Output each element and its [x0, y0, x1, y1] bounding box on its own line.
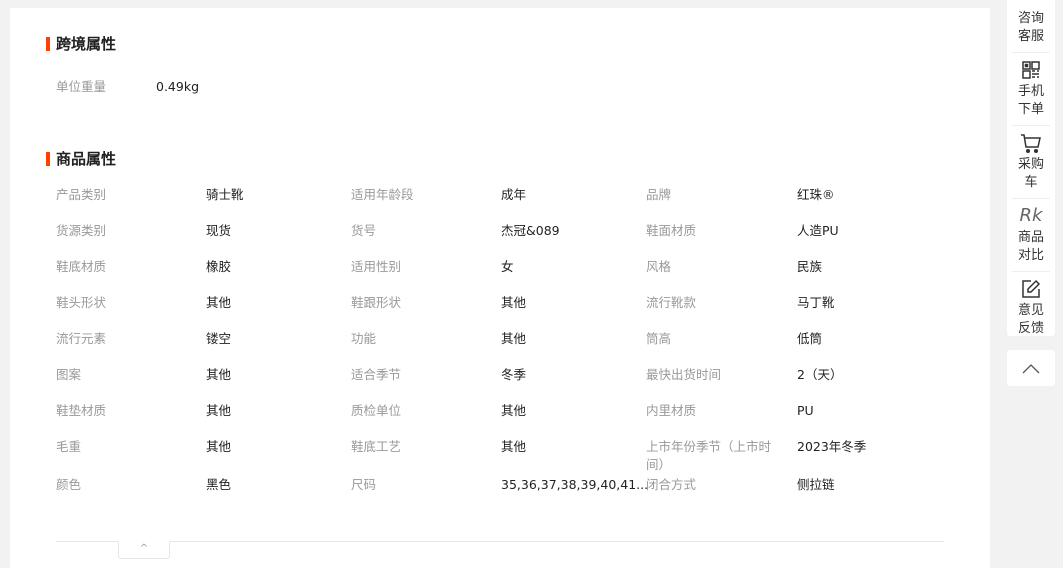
attribute-value: 其他 [501, 439, 527, 454]
attribute-label: 鞋底材质 [56, 259, 107, 274]
attribute-label: 鞋跟形状 [351, 295, 402, 310]
cross-border-title: 跨境属性 [46, 35, 116, 53]
attribute-value: 其他 [206, 367, 232, 382]
collapse-tab[interactable]: ^ [118, 541, 170, 559]
attribute-value: 民族 [797, 259, 823, 274]
attribute-label: 筒高 [646, 331, 672, 346]
attribute-label: 功能 [351, 331, 377, 346]
attribute-label: 适用性别 [351, 259, 402, 274]
attribute-value: 其他 [206, 439, 232, 454]
sidebar-label: 意见 [1017, 303, 1044, 318]
sidebar-feedback[interactable]: 意见 反馈 [1012, 272, 1050, 344]
attribute-value: 现货 [206, 223, 232, 238]
sidebar-label: 手机 [1017, 84, 1044, 99]
attribute-value: 马丁靴 [797, 295, 835, 310]
chevron-up-icon: ^ [139, 543, 149, 554]
sidebar-cart[interactable]: 采购车 [1012, 126, 1050, 199]
attribute-label: 品牌 [646, 187, 672, 202]
attribute-label: 鞋垫材质 [56, 403, 107, 418]
attribute-label: 流行元素 [56, 331, 107, 346]
sidebar-label: 反馈 [1017, 321, 1044, 336]
attribute-label: 风格 [646, 259, 672, 274]
attribute-grid: 产品类别 骑士靴 适用年龄段 成年 品牌 红珠® 货源类别 现货 货号 杰冠&089 鞋面材质 人造P… [56, 184, 956, 510]
attribute-value: 杰冠&089 [501, 223, 560, 238]
attribute-label: 鞋底工艺 [351, 439, 402, 454]
attribute-value: 人造PU [797, 223, 839, 238]
attribute-row: 流行元素 镂空 功能 其他 筒高 低筒 [56, 328, 956, 364]
attribute-value: PU [797, 403, 814, 418]
sidebar-label: 客服 [1017, 29, 1044, 44]
attribute-value: 其他 [206, 295, 232, 310]
attribute-value: 女 [501, 259, 514, 274]
attribute-value: 橡胶 [206, 259, 232, 274]
back-to-top-button[interactable] [1007, 350, 1055, 386]
attribute-value: 其他 [501, 295, 527, 310]
attribute-label: 适用年龄段 [351, 187, 414, 202]
attribute-label: 货号 [351, 223, 377, 238]
attribute-row: 鞋头形状 其他 鞋跟形状 其他 流行靴款 马丁靴 [56, 292, 956, 328]
attribute-label: 闭合方式 [646, 477, 697, 492]
attribute-label: 质检单位 [351, 403, 402, 418]
weight-value: 0.49kg [156, 79, 200, 94]
sidebar-label: 采购车 [1017, 157, 1044, 190]
attribute-value: 骑士靴 [206, 187, 244, 202]
attribute-label: 颜色 [56, 477, 82, 492]
attribute-row: 货源类别 现货 货号 杰冠&089 鞋面材质 人造PU [56, 220, 956, 256]
chevron-up-icon [1022, 359, 1040, 378]
cart-icon [1020, 132, 1042, 154]
attribute-row: 图案 其他 适合季节 冬季 最快出货时间 2（天） [56, 364, 956, 400]
attribute-value: 成年 [501, 187, 527, 202]
attribute-value: 其他 [206, 403, 232, 418]
attribute-value: 低筒 [797, 331, 823, 346]
attribute-value: 冬季 [501, 367, 527, 382]
attribute-row: 毛重 其他 鞋底工艺 其他 上市年份季节（上市时间） 2023年冬季 [56, 436, 956, 474]
weight-label: 单位重量 [56, 79, 107, 94]
attribute-label: 流行靴款 [646, 295, 697, 310]
sidebar-label: 咨询 [1017, 11, 1044, 26]
attribute-label: 图案 [56, 367, 82, 382]
attribute-value: 2023年冬季 [797, 439, 867, 454]
sidebar-label: 下单 [1017, 102, 1044, 117]
attribute-value: 红珠® [797, 187, 835, 202]
feedback-icon [1020, 278, 1042, 300]
attribute-value: 2（天） [797, 367, 843, 382]
attribute-label: 尺码 [351, 477, 377, 492]
compare-icon: Rk [1019, 205, 1043, 226]
sidebar-label: 商品 [1017, 230, 1044, 245]
attribute-row: 鞋底材质 橡胶 适用性别 女 风格 民族 [56, 256, 956, 292]
sidebar-customer-service[interactable]: 咨询 客服 [1012, 0, 1050, 53]
sidebar-label: 对比 [1017, 248, 1044, 263]
attribute-value: 其他 [501, 403, 527, 418]
right-sidebar: 咨询 客服 手机 下单 采购车 Rk 商品 对比 意见 反馈 [1007, 0, 1055, 336]
attribute-value: 其他 [501, 331, 527, 346]
sidebar-mobile-order[interactable]: 手机 下单 [1012, 53, 1050, 126]
headset-icon [1020, 0, 1042, 8]
attribute-value: 黑色 [206, 477, 232, 492]
attribute-row: 鞋垫材质 其他 质检单位 其他 内里材质 PU [56, 400, 956, 436]
attribute-row: 颜色 黑色 尺码 35,36,37,38,39,40,41... 闭合方式 侧拉链 [56, 474, 956, 510]
attribute-label: 毛重 [56, 439, 82, 454]
attribute-row: 产品类别 骑士靴 适用年龄段 成年 品牌 红珠® [56, 184, 956, 220]
attribute-value: 35,36,37,38,39,40,41... [501, 477, 649, 492]
attribute-label: 上市年份季节（上市时间） [646, 439, 772, 472]
divider [56, 541, 944, 542]
attributes-panel: 跨境属性 单位重量 0.49kg 商品属性 产品类别 骑士靴 适用年龄段 成年 品牌 红珠… [10, 8, 990, 568]
attribute-value: 镂空 [206, 331, 232, 346]
attribute-value: 侧拉链 [797, 477, 835, 492]
attribute-label: 内里材质 [646, 403, 697, 418]
qr-code-icon [1020, 59, 1042, 81]
sidebar-compare[interactable]: Rk 商品 对比 [1012, 199, 1050, 272]
attribute-label: 货源类别 [56, 223, 107, 238]
attribute-label: 最快出货时间 [646, 367, 722, 382]
attribute-label: 适合季节 [351, 367, 402, 382]
attribute-label: 产品类别 [56, 187, 107, 202]
attribute-label: 鞋面材质 [646, 223, 697, 238]
attribute-label: 鞋头形状 [56, 295, 107, 310]
product-attributes-title: 商品属性 [46, 150, 116, 168]
